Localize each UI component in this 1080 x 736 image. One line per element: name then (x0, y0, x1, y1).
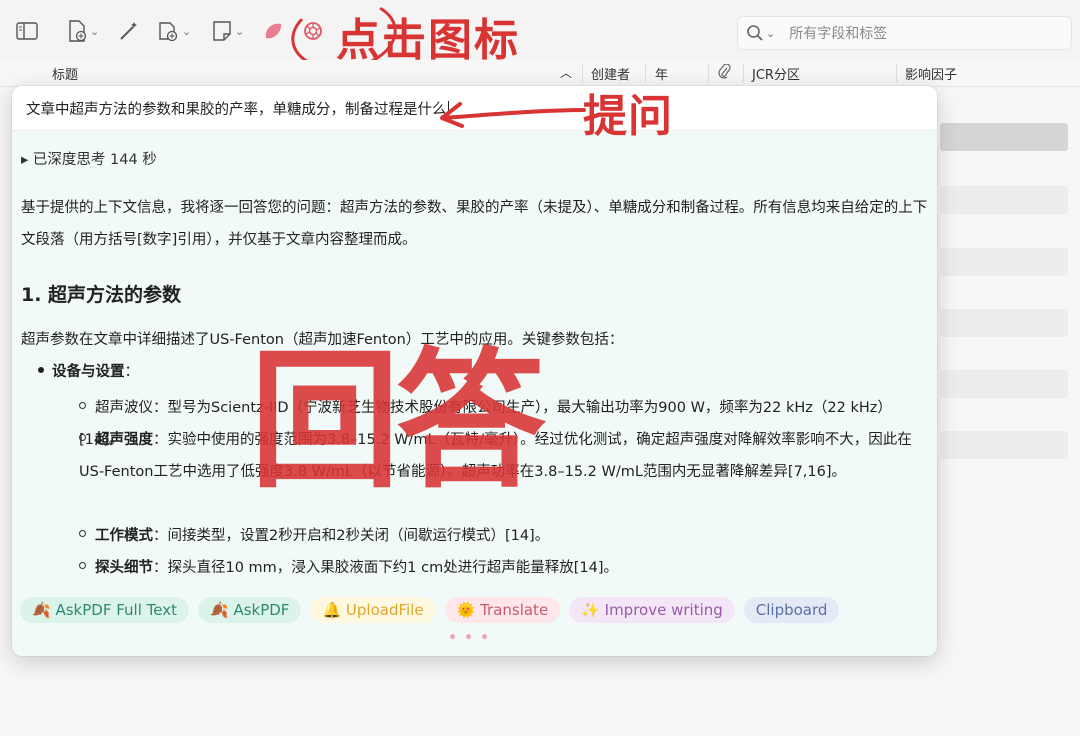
add-attachment-icon[interactable]: ⌄ (157, 18, 191, 44)
sort-chevron-icon[interactable]: ︿ (560, 64, 572, 81)
table-row[interactable] (940, 431, 1068, 459)
askpdf-full-text-button[interactable]: 🍂 AskPDF Full Text (20, 597, 189, 623)
list-item: 工作模式：间接类型，设置2秒开启和2秒关闭（间歇运行模式）[14]。 (79, 520, 929, 552)
annotation-answer: 回答 (250, 335, 546, 509)
translate-button[interactable]: 🌞 Translate (444, 597, 561, 623)
column-title[interactable]: 标题 (52, 64, 78, 83)
answer-intro: 基于提供的上下文信息，我将逐一回答您的问题：超声方法的参数、果胶的产率（未提及）… (21, 200, 928, 248)
more-options-icon[interactable] (450, 634, 487, 639)
clipboard-button[interactable]: Clipboard (743, 597, 840, 623)
list-item: 探头细节：探头直径10 mm，浸入果胶液面下约1 cm处进行超声能量释放[14]… (79, 552, 929, 584)
table-row[interactable] (940, 123, 1068, 151)
upload-file-button[interactable]: 🔔 UploadFile (310, 597, 436, 623)
search-placeholder: 所有字段和标签 (789, 26, 888, 42)
table-row[interactable] (940, 309, 1068, 337)
table-row[interactable] (940, 370, 1068, 398)
new-note-icon[interactable]: ⌄ (212, 18, 244, 44)
column-header: 标题 ︿ 创建者 年 JCR分区 影响因子 (0, 60, 1080, 87)
magic-wand-icon[interactable] (118, 18, 140, 44)
search-input[interactable]: ⌄ 所有字段和标签 (737, 16, 1072, 50)
list-item: 设备与设置： (38, 360, 139, 381)
annotation-click-icon: 点击图标 (336, 15, 520, 66)
petal-icon[interactable] (262, 18, 284, 44)
attachment-column-icon[interactable] (717, 63, 731, 84)
table-row[interactable] (940, 186, 1068, 214)
thinking-toggle[interactable]: ▸ 已深度思考 144 秒 (21, 148, 157, 169)
action-chips: 🍂 AskPDF Full Text 🍂 AskPDF 🔔 UploadFile… (20, 597, 840, 623)
annotation-arrow-icon (440, 102, 586, 128)
improve-writing-button[interactable]: ✨ Improve writing (569, 597, 735, 623)
column-impact-factor[interactable]: 影响因子 (905, 64, 957, 83)
column-jcr[interactable]: JCR分区 (752, 64, 800, 83)
sidebar-toggle-icon[interactable] (16, 18, 38, 44)
toolbar: ⌄ ⌄ ⌄ 点击图标 ⌄ 所有字段和标签 (0, 0, 1080, 78)
table-row[interactable] (940, 248, 1068, 276)
question-text: 文章中超声方法的参数和果胶的产率，单糖成分，制备过程是什么 (26, 102, 447, 118)
search-icon[interactable]: ⌄ (746, 24, 775, 42)
section-heading: 1. 超声方法的参数 (21, 284, 182, 306)
new-item-icon[interactable]: ⌄ (67, 18, 99, 44)
chevron-down-icon: ⌄ (766, 26, 776, 40)
annotation-ask: 提问 (583, 91, 673, 142)
askpdf-button[interactable]: 🍂 AskPDF (197, 597, 302, 623)
